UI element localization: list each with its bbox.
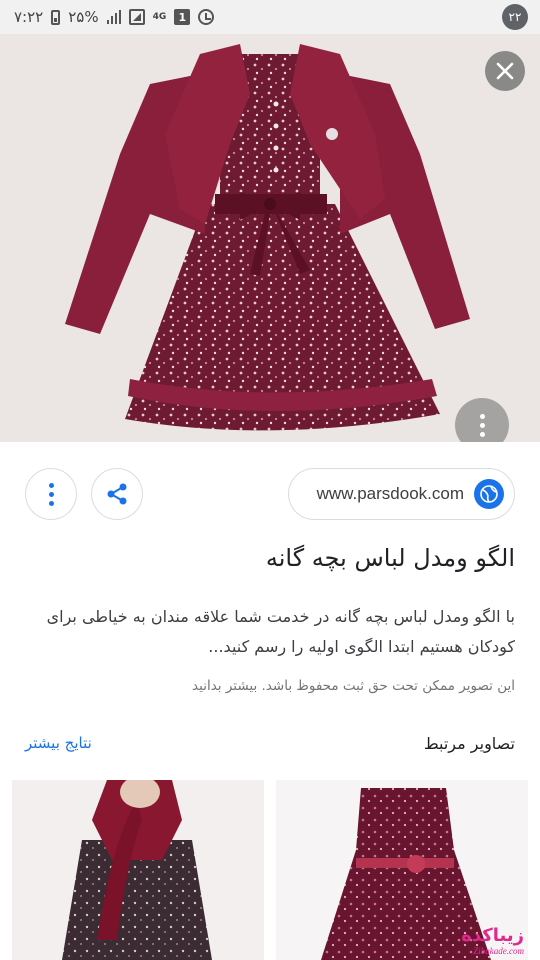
more-vert-icon-dot xyxy=(48,491,54,497)
more-vert-icon xyxy=(48,482,54,488)
battery-icon xyxy=(51,9,61,25)
visit-site-chip[interactable]: www.parsdook.com xyxy=(288,468,515,520)
sim-icon: 1 xyxy=(174,9,191,25)
copyright-notice[interactable]: این تصویر ممکن تحت حق ثبت محفوظ باشد. بی… xyxy=(20,678,515,694)
network-type: 4G xyxy=(152,11,167,22)
action-row: www.parsdook.com xyxy=(0,466,540,522)
wifi-signal-icon xyxy=(128,9,145,25)
close-button[interactable] xyxy=(485,51,525,91)
related-images-title: تصاویر مرتبط xyxy=(423,733,515,753)
signal-bars-icon xyxy=(106,10,121,24)
more-options-button[interactable] xyxy=(25,468,77,520)
site-url: www.parsdook.com xyxy=(316,484,464,503)
status-time: ۷:۲۲ xyxy=(14,8,44,26)
related-header: نتایج بیشتر تصاویر مرتبط xyxy=(25,730,515,756)
watermark-text: زیباکده xyxy=(461,925,524,946)
hero-image[interactable] xyxy=(0,34,540,442)
close-icon xyxy=(496,62,514,80)
share-icon xyxy=(107,483,127,505)
related-image-thumbnail[interactable]: زیباکده Zibakade.com xyxy=(276,780,528,960)
dress-illustration xyxy=(0,34,540,442)
status-bar: ۷:۲۲ ۲۵% 4G 1 ۲۲ xyxy=(0,0,540,34)
result-description: با الگو ومدل لباس بچه گانه در خدمت شما ع… xyxy=(46,607,515,656)
more-vert-dot xyxy=(479,431,485,437)
result-title[interactable]: الگو ومدل لباس بچه گانه xyxy=(25,544,515,572)
share-button[interactable] xyxy=(91,468,143,520)
more-results-link[interactable]: نتایج بیشتر xyxy=(25,734,92,752)
globe-icon xyxy=(474,479,504,509)
more-vert-icon-dot xyxy=(48,500,54,506)
watermark: زیباکده Zibakade.com xyxy=(461,925,524,956)
more-vert-dot xyxy=(479,413,485,419)
alarm-icon xyxy=(198,9,215,25)
woman-dress-illustration xyxy=(12,780,264,960)
watermark-url: Zibakade.com xyxy=(473,946,524,956)
more-vert-dot xyxy=(479,422,485,428)
battery-percent: ۲۵% xyxy=(68,8,99,26)
related-image-thumbnail[interactable] xyxy=(12,780,264,960)
notification-badge: ۲۲ xyxy=(502,4,528,30)
status-left: ۷:۲۲ ۲۵% 4G 1 xyxy=(14,8,215,26)
